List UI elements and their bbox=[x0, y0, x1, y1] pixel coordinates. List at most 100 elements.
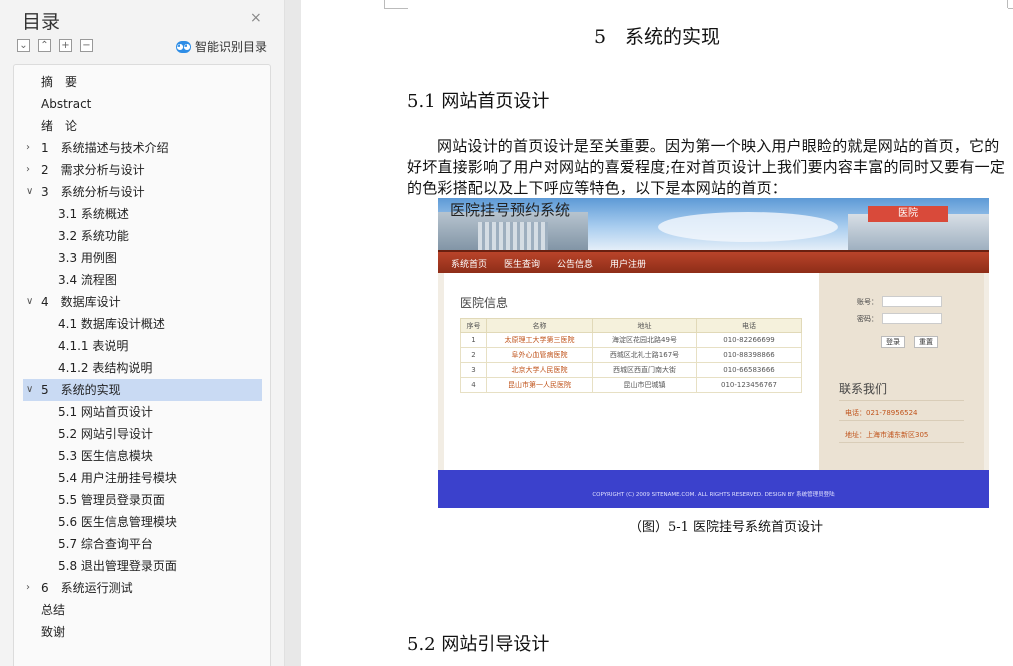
table-cell: 010-88398866 bbox=[696, 347, 802, 363]
table-header-cell: 地址 bbox=[592, 318, 697, 333]
toc-item[interactable]: 5.2 网站引导设计 bbox=[14, 423, 270, 445]
table-cell: 010-123456767 bbox=[696, 377, 802, 393]
expand-all-icon[interactable]: ⌃ bbox=[38, 39, 51, 52]
login-user-input[interactable] bbox=[882, 296, 942, 307]
toc-item-label: 5.5 管理员登录页面 bbox=[58, 493, 165, 507]
login-button[interactable]: 登录 bbox=[881, 336, 905, 348]
site-footer-text: COPYRIGHT (C) 2009 SITENAME.COM. ALL RIG… bbox=[592, 492, 835, 498]
toc-item[interactable]: 5.3 医生信息模块 bbox=[14, 445, 270, 467]
toc-item[interactable]: 5.4 用户注册挂号模块 bbox=[14, 467, 270, 489]
toc-item[interactable]: 4.1.1 表说明 bbox=[14, 335, 270, 357]
toc-item[interactable]: 4.1 数据库设计概述 bbox=[14, 313, 270, 335]
toc-item[interactable]: 3.3 用例图 bbox=[14, 247, 270, 269]
crop-mark bbox=[1007, 0, 1008, 8]
toc-item-label: Abstract bbox=[41, 97, 92, 111]
chevron-right-icon[interactable]: › bbox=[26, 159, 30, 181]
login-panel: 账号： 密码： 登录 重置 联系我们 电话：021-78956524 地址：上海… bbox=[819, 273, 984, 470]
toc-item[interactable]: ∨ 3 系统分析与设计 bbox=[14, 181, 270, 203]
toc-item-label: 4.1.2 表结构说明 bbox=[58, 361, 153, 375]
toc-item[interactable]: 致谢 bbox=[14, 621, 270, 643]
toc-item[interactable]: 3.1 系统概述 bbox=[14, 203, 270, 225]
reset-button[interactable]: 重置 bbox=[914, 336, 938, 348]
table-cell: 昆山市巴城镇 bbox=[592, 377, 697, 393]
site-nav-doctor-search[interactable]: 医生查询 bbox=[504, 257, 540, 270]
smart-toc-button[interactable]: ◕◕ 智能识别目录 bbox=[176, 38, 267, 55]
site-brand-title: 医院挂号预约系统 bbox=[450, 201, 571, 219]
hospital-name-link[interactable]: 太原理工大学第三医院 bbox=[486, 332, 593, 348]
toc-item[interactable]: ∨ 5 系统的实现 bbox=[23, 379, 262, 401]
toc-item[interactable]: 5.6 医生信息管理模块 bbox=[14, 511, 270, 533]
crop-mark bbox=[384, 0, 385, 8]
hospital-name-link[interactable]: 阜外心血管病医院 bbox=[486, 347, 593, 363]
login-user-row: 账号： bbox=[857, 296, 942, 307]
toc-item-label: 4 数据库设计 bbox=[41, 295, 121, 309]
toc-list: 摘 要 Abstract 绪 论 › 1 系统描述与技术介绍 › 2 需求分析与设计 ∨ 3 系… bbox=[13, 64, 271, 666]
hospital-name-link[interactable]: 北京大学人民医院 bbox=[486, 362, 593, 378]
toc-item[interactable]: 4.1.2 表结构说明 bbox=[14, 357, 270, 379]
body-paragraph: 网站设计的首页设计是至关重要。因为第一个映入用户眼睑的就是网站的首页，它的好坏直… bbox=[407, 137, 1006, 197]
figure-caption: （图）5-1 医院挂号系统首页设计 bbox=[628, 520, 824, 535]
hospital-info-title: 医院信息 bbox=[460, 296, 509, 310]
table-row: 3 北京大学人民医院 西城区西直门南大街 010-66583666 bbox=[460, 362, 802, 378]
toc-item[interactable]: › 6 系统运行测试 bbox=[14, 577, 270, 599]
toc-item[interactable]: 摘 要 bbox=[14, 71, 270, 93]
toc-item[interactable]: 总结 bbox=[14, 599, 270, 621]
table-cell: 西城区北礼士路167号 bbox=[592, 347, 697, 363]
toc-item[interactable]: 3.4 流程图 bbox=[14, 269, 270, 291]
site-nav-notices[interactable]: 公告信息 bbox=[557, 257, 593, 270]
site-nav-bar: 系统首页 医生查询 公告信息 用户注册 bbox=[438, 250, 989, 273]
toc-item-label: 5.6 医生信息管理模块 bbox=[58, 515, 177, 529]
toc-item-label: 6 系统运行测试 bbox=[41, 581, 133, 595]
table-row: 2 阜外心血管病医院 西城区北礼士路167号 010-88398866 bbox=[460, 347, 802, 363]
add-heading-icon[interactable]: + bbox=[59, 39, 72, 52]
chevron-right-icon[interactable]: › bbox=[26, 137, 30, 159]
toc-item-label: 2 需求分析与设计 bbox=[41, 163, 145, 177]
toc-item-label: 摘 要 bbox=[41, 75, 78, 89]
collapse-all-icon[interactable]: ⌄ bbox=[17, 39, 30, 52]
toc-item[interactable]: 绪 论 bbox=[14, 115, 270, 137]
site-main-area: 医院信息 序号 名称 地址 电话 1 太原理工大学第三医院 海淀区花园北路49号… bbox=[438, 273, 989, 470]
contact-address: 地址：上海市浦东新区305 bbox=[845, 431, 929, 439]
chevron-down-icon[interactable]: ∨ bbox=[26, 379, 33, 401]
site-nav-home[interactable]: 系统首页 bbox=[451, 257, 487, 270]
remove-heading-icon[interactable]: − bbox=[80, 39, 93, 52]
homepage-screenshot-figure: 医院 医院挂号预约系统 系统首页 医生查询 公告信息 用户注册 医院信息 序号 … bbox=[438, 198, 989, 508]
table-cell: 2 bbox=[460, 347, 487, 363]
smart-recognize-icon: ◕◕ bbox=[176, 40, 191, 53]
toc-item[interactable]: 5.1 网站首页设计 bbox=[14, 401, 270, 423]
toc-item[interactable]: 5.7 综合查询平台 bbox=[14, 533, 270, 555]
table-cell: 010-82266699 bbox=[696, 332, 802, 348]
toc-item[interactable]: 5.8 退出管理登录页面 bbox=[14, 555, 270, 577]
table-row: 1 太原理工大学第三医院 海淀区花园北路49号 010-82266699 bbox=[460, 332, 802, 348]
smart-toc-label: 智能识别目录 bbox=[195, 40, 268, 54]
table-row: 4 昆山市第一人民医院 昆山市巴城镇 010-123456767 bbox=[460, 377, 802, 393]
toc-item[interactable]: › 2 需求分析与设计 bbox=[14, 159, 270, 181]
toc-item[interactable]: 5.5 管理员登录页面 bbox=[14, 489, 270, 511]
table-header-cell: 名称 bbox=[486, 318, 593, 333]
document-page: 5 系统的实现 5.1 网站首页设计 网站设计的首页设计是至关重要。因为第一个映… bbox=[301, 0, 1013, 666]
toc-item[interactable]: › 1 系统描述与技术介绍 bbox=[14, 137, 270, 159]
table-cell: 010-66583666 bbox=[696, 362, 802, 378]
table-cell: 3 bbox=[460, 362, 487, 378]
divider bbox=[839, 442, 964, 443]
toc-item[interactable]: ∨ 4 数据库设计 bbox=[14, 291, 270, 313]
site-footer: COPYRIGHT (C) 2009 SITENAME.COM. ALL RIG… bbox=[438, 470, 989, 508]
close-icon[interactable]: × bbox=[250, 10, 262, 26]
table-header-row: 序号 名称 地址 电话 bbox=[460, 318, 802, 333]
divider bbox=[839, 420, 964, 421]
chevron-down-icon[interactable]: ∨ bbox=[26, 181, 33, 203]
site-nav-register[interactable]: 用户注册 bbox=[610, 257, 646, 270]
toc-item-label: 5.3 医生信息模块 bbox=[58, 449, 153, 463]
chevron-down-icon[interactable]: ∨ bbox=[26, 291, 33, 313]
toc-item-label: 致谢 bbox=[41, 625, 66, 639]
chevron-right-icon[interactable]: › bbox=[26, 577, 30, 599]
section-heading-5-1: 5.1 网站首页设计 bbox=[407, 91, 550, 112]
toc-item[interactable]: Abstract bbox=[14, 93, 270, 115]
toc-item-label: 3.3 用例图 bbox=[58, 251, 117, 265]
login-pass-input[interactable] bbox=[882, 313, 942, 324]
hospital-name-link[interactable]: 昆山市第一人民医院 bbox=[486, 377, 593, 393]
table-header-cell: 电话 bbox=[696, 318, 802, 333]
toc-item[interactable]: 3.2 系统功能 bbox=[14, 225, 270, 247]
toc-item-label: 5.4 用户注册挂号模块 bbox=[58, 471, 177, 485]
banner-cloud-image bbox=[658, 212, 838, 242]
